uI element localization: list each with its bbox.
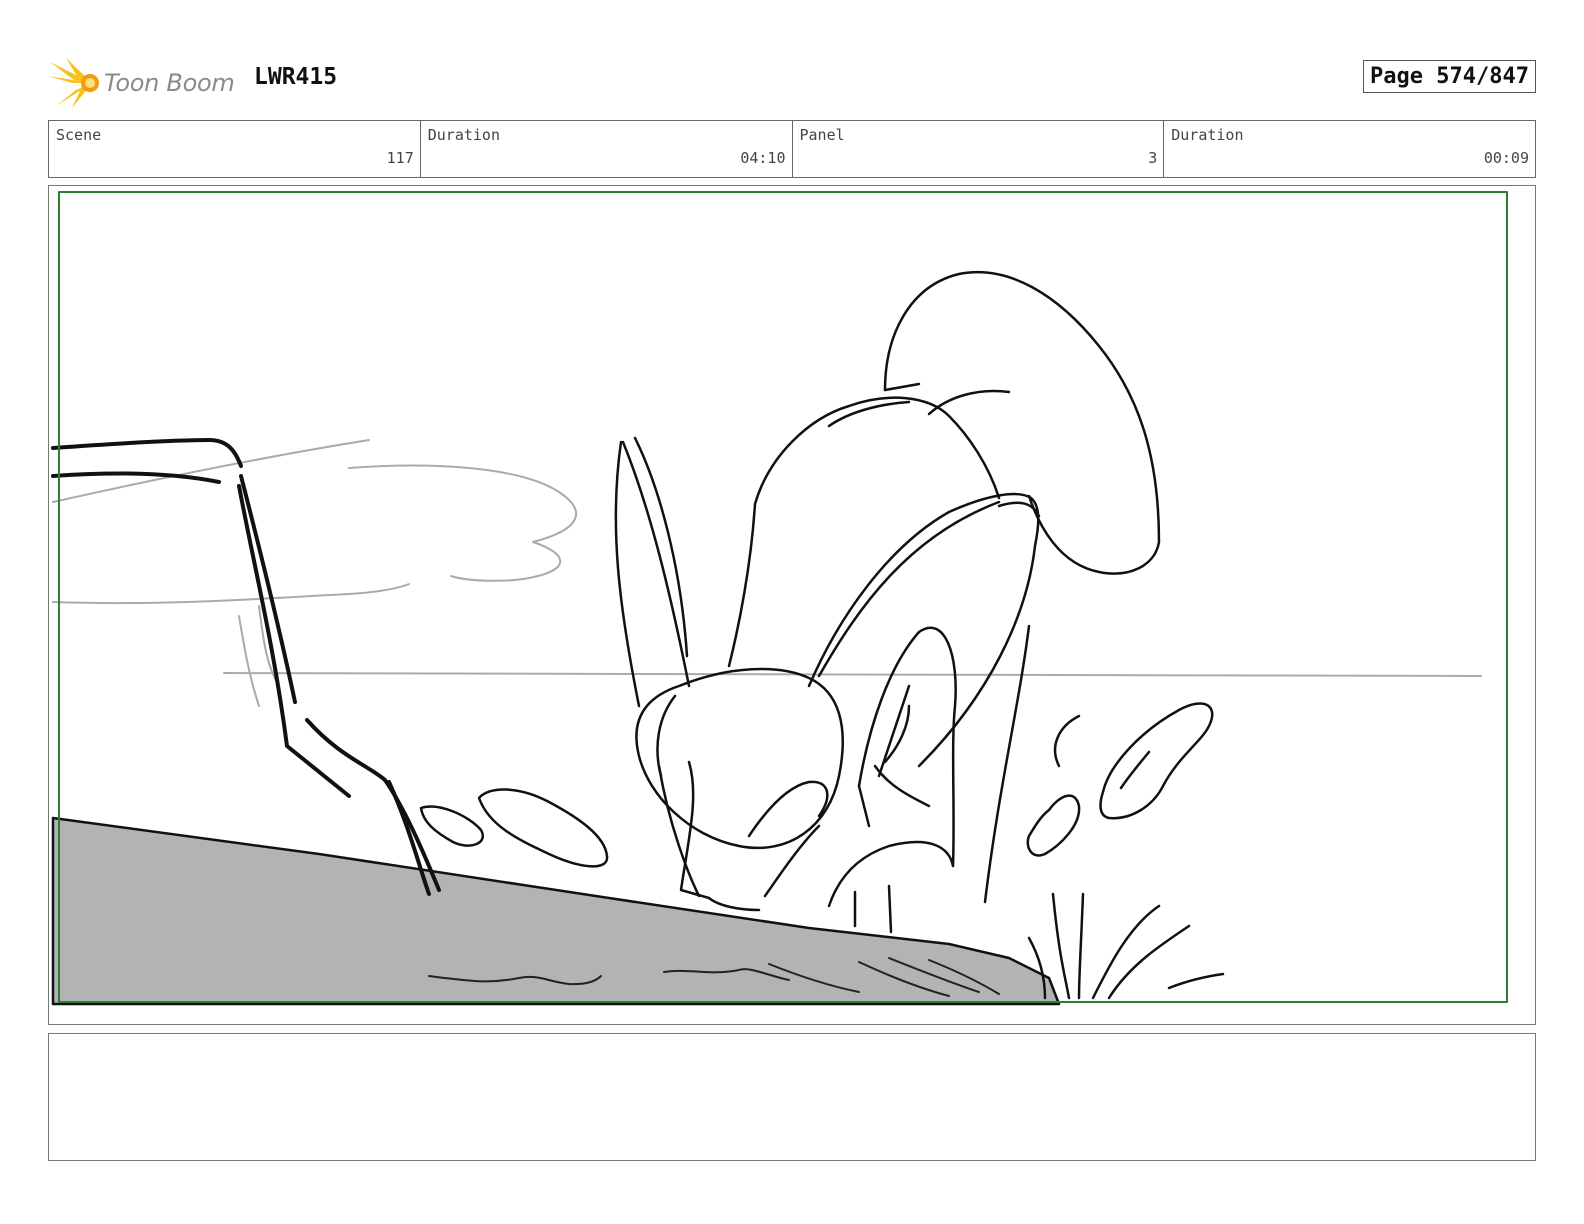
page-number: Page 574/847 (1363, 60, 1536, 93)
panel-sketch (51, 191, 1508, 1006)
panel-cell: Panel 3 (793, 121, 1165, 177)
panel-value: 3 (1148, 149, 1158, 167)
panel-label: Panel (799, 126, 845, 144)
info-row: Scene 117 Duration 04:10 Panel 3 Duratio… (48, 120, 1536, 178)
notes-box[interactable] (48, 1033, 1536, 1161)
page-header: Toon Boom LWR415 Page 574/847 (48, 52, 1536, 110)
toon-boom-logo: Toon Boom (48, 56, 248, 110)
scene-label: Scene (56, 126, 102, 144)
rabbit-sketch (614, 270, 1161, 934)
storyboard-panel (48, 185, 1536, 1025)
panel-duration-value: 00:09 (1483, 149, 1529, 167)
scene-cell: Scene 117 (49, 121, 421, 177)
scene-duration-value: 04:10 (740, 149, 786, 167)
scene-duration-cell: Duration 04:10 (421, 121, 793, 177)
scene-value: 117 (386, 149, 414, 167)
grass-tuft (1027, 892, 1225, 1000)
project-code: LWR415 (254, 64, 338, 90)
flying-leaves (419, 702, 1214, 868)
logo-text: Toon Boom (104, 69, 235, 97)
panel-duration-label: Duration (1171, 126, 1244, 144)
ground-shape (51, 816, 1061, 1006)
starburst-icon (48, 58, 99, 108)
panel-duration-cell: Duration 00:09 (1164, 121, 1535, 177)
scene-duration-label: Duration (427, 126, 500, 144)
